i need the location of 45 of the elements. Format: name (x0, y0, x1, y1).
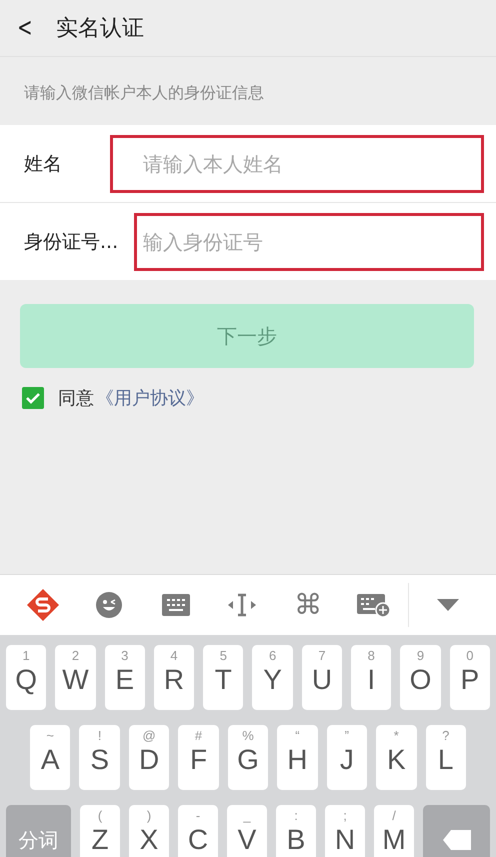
backspace-icon[interactable] (442, 829, 472, 851)
letter-key[interactable]: % G (228, 725, 268, 790)
letter-key[interactable]: 4 R (154, 645, 194, 710)
letter-key[interactable]: 1 Q (6, 645, 46, 710)
letter-key[interactable]: ! S (79, 725, 120, 790)
agreement-link[interactable]: 《用户协议》 (96, 386, 204, 410)
letter-key[interactable]: ( Z (80, 805, 120, 857)
command-icon[interactable]: ⌘ (294, 591, 322, 619)
letter-key[interactable]: - C (178, 805, 218, 857)
input-field[interactable]: 输入身份证号 (134, 212, 484, 270)
keyboard-add-icon[interactable] (357, 592, 392, 618)
letter-key[interactable]: ? L (426, 725, 466, 790)
agreement-text: 同意 (58, 387, 94, 410)
page-title: 实名认证 (56, 15, 144, 43)
collapse-icon[interactable] (437, 598, 460, 612)
hint-text: 请输入微信帐户本人的身份证信息 (23, 82, 265, 104)
letter-key[interactable]: _ V (227, 805, 267, 857)
letter-key[interactable]: 5 T (203, 645, 244, 710)
cursor-icon[interactable] (226, 593, 257, 617)
letter-key[interactable]: # F (178, 725, 219, 790)
letter-key[interactable]: 6 Y (252, 645, 293, 710)
logo-icon[interactable] (26, 588, 60, 622)
letter-key[interactable]: 9 O (400, 645, 441, 710)
letter-key[interactable]: / M (374, 805, 414, 857)
letter-key[interactable]: @ D (128, 725, 170, 790)
letter-key[interactable]: 8 I (351, 645, 392, 710)
letter-key[interactable]: 3 E (104, 645, 145, 710)
letter-key[interactable]: ” J (326, 725, 368, 790)
keyboard-icon[interactable] (162, 594, 190, 616)
field-label: 姓名 (24, 152, 63, 176)
letter-key[interactable]: * K (376, 725, 416, 790)
letter-key[interactable]: : B (276, 805, 316, 857)
letter-key[interactable]: 2 W (55, 645, 96, 710)
letter-key[interactable]: ~ A (30, 725, 70, 790)
letter-key[interactable]: 7 U (302, 645, 342, 710)
delete-key[interactable] (423, 805, 490, 857)
checkbox[interactable] (22, 387, 44, 409)
letter-key[interactable]: 0 P (450, 645, 490, 710)
letter-key[interactable]: ; N (325, 805, 365, 857)
letter-key[interactable]: “ H (277, 725, 318, 790)
back-button[interactable]: < (17, 13, 33, 43)
letter-key[interactable]: ) X (129, 805, 169, 857)
field-label: 身份证号... (24, 230, 120, 254)
emoji-icon[interactable] (95, 591, 124, 619)
input-field[interactable]: 请输入本人姓名 (110, 134, 484, 192)
